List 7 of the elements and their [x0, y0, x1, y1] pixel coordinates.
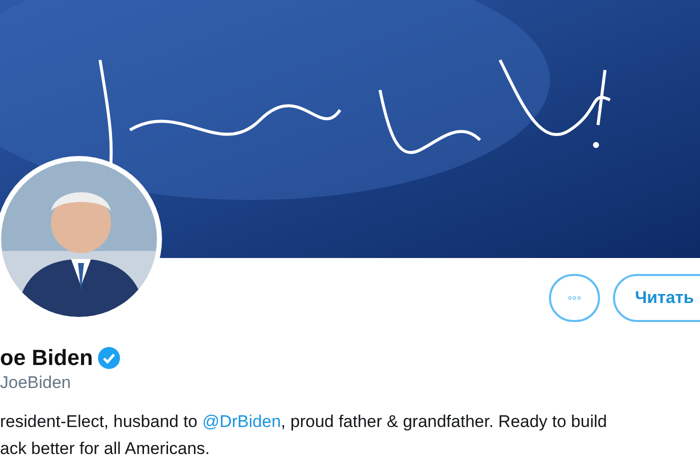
bio-text: resident-Elect, husband to @DrBiden, proud father & grandfather. Ready to build — [0, 411, 608, 433]
mention-link[interactable]: @DrBiden — [202, 412, 281, 431]
follow-button[interactable]: Читать — [613, 274, 700, 322]
profile-name: oe Biden — [0, 344, 93, 372]
more-button[interactable]: ◦◦◦ — [549, 274, 600, 322]
profile-handle: JoeBiden — [0, 372, 72, 394]
bio-text: ack better for all Americans. — [0, 438, 211, 460]
